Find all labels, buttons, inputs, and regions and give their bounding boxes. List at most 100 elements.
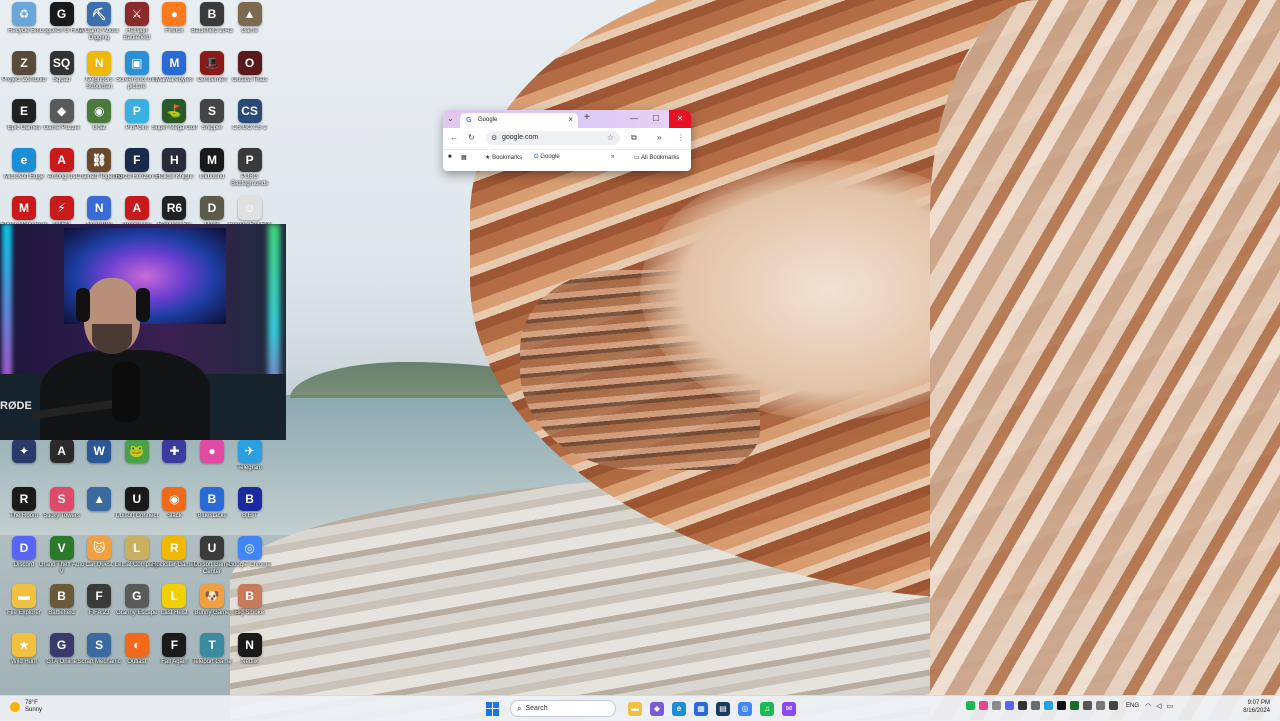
reload-icon[interactable]: ↻ [468,133,475,142]
game-icon: ▲ [87,487,112,511]
apps-grid-icon[interactable]: ▦ [461,154,467,161]
game-icon: B [237,584,262,608]
store-icon[interactable]: ▦ [694,701,708,716]
volume-icon[interactable]: ◁ [1156,702,1161,710]
close-window-button[interactable]: ✕ [669,110,691,128]
spotify-icon[interactable]: ♫ [760,701,774,716]
desktop-icon[interactable]: P PUBG Battlegrounds [226,147,274,196]
tray-app-icon[interactable] [1070,701,1079,710]
clock-time: 9:07 PM [1247,700,1270,706]
tray-app-icon[interactable] [966,701,975,710]
among-us-icon: A [124,196,149,220]
maximize-button[interactable]: ☐ [645,110,667,128]
game-icon: D [200,196,224,220]
game-icon: ⛓ [87,147,112,172]
all-bookmarks-folder[interactable]: ▭ All Bookmarks [634,154,679,161]
battery-icon[interactable]: ▭ [1167,702,1174,710]
desktop-icon[interactable]: CS CS:GO CS 2 [226,99,274,147]
recycle-bin-icon: ♻ [12,2,36,26]
bookmark-star-icon[interactable]: ☆ [607,133,614,142]
game-icon: P [237,147,262,172]
tray-app-icon[interactable] [1005,701,1014,710]
desktop-icon[interactable]: ◎ Google Chrome [226,535,274,584]
taskbar-clock[interactable]: 9:07 PM 8/16/2024 [1243,699,1270,715]
discord-icon: D [12,535,36,560]
all-bookmarks-label: All Bookmarks [641,155,680,161]
ubisoft-icon: U [124,487,149,511]
game-icon: A [49,438,74,463]
new-tab-button[interactable]: + [584,112,590,123]
address-bar[interactable]: ⚙ google.com ☆ [486,131,620,145]
desktop-icon[interactable]: B B.E.T [226,487,274,535]
site-info-icon[interactable]: ⚙ [491,134,497,142]
chrome-icon: ◎ [237,535,262,560]
side-panel-icon[interactable]: ■ [448,154,452,160]
messenger-icon[interactable]: ✉ [782,701,796,716]
game-icon: P [124,99,149,123]
tray-app-icon[interactable] [1044,701,1053,710]
minimize-button[interactable]: — [623,110,645,128]
terminal-icon[interactable]: ▤ [716,701,730,716]
game-icon: U [200,535,224,560]
tray-app-icon[interactable] [1083,701,1092,710]
tab-google[interactable]: G Google × [460,113,578,128]
tab-search-icon[interactable]: ⌄ [447,114,454,123]
game-icon: 🐱 [87,535,112,560]
tray-app-icon[interactable] [1096,701,1105,710]
desktop-icon-label: CS:GO CS 2 [232,125,267,131]
game-icon: CS [237,99,262,123]
game-icon: Z [12,50,36,75]
weather-widget[interactable]: 78°F Sunny [10,700,42,714]
sun-icon [10,702,20,712]
game-icon: ◉ [162,487,187,511]
webcam-overlay: RØDE [0,224,286,440]
desktop-icon[interactable]: B Big Smoke [226,584,274,632]
wifi-icon[interactable]: ◠ [1145,702,1151,710]
desktop-icon[interactable]: ✈ Telegram [226,438,274,487]
tab-title: Google [478,117,498,123]
game-icon: M [200,147,224,172]
file-explorer-icon[interactable]: ▬ [628,701,642,716]
desktop-icon-label: Netflix [241,658,258,665]
bookmark-item-google[interactable]: G Google [534,154,560,160]
menu-kebab-icon[interactable]: ⋮ [677,133,685,142]
taskbar-search[interactable]: ⌕ Search [510,700,616,717]
chevron-more-icon[interactable]: » [657,133,661,142]
tray-app-icon[interactable] [979,701,988,710]
language-indicator[interactable]: ENG [1126,703,1139,709]
tray-app-icon[interactable] [1057,701,1066,710]
bookmarks-overflow-icon[interactable]: » [611,154,614,160]
word-icon: W [87,438,112,463]
start-button[interactable] [486,701,500,716]
weather-desc: Sunny [25,707,43,713]
desktop-icon[interactable]: ▲ Game [226,2,274,50]
game-icon: ✚ [162,438,187,463]
bookmark-label: Bookmarks [492,155,523,161]
firefox-icon: ● [162,2,187,26]
game-icon: ★ [12,632,36,657]
logitech-icon: G [49,2,74,26]
game-icon: ● [200,438,224,463]
tray-app-icon[interactable] [1031,701,1040,710]
bookmark-item-bookmarks[interactable]: ★ Bookmarks [485,154,522,161]
extensions-icon[interactable]: ⧉ [631,133,637,143]
tray-app-icon[interactable] [1018,701,1027,710]
desktop-icon[interactable]: O Outlast Trials [226,50,274,99]
tab-close-icon[interactable]: × [568,115,573,124]
rockstar-icon: R [162,535,187,560]
edge-icon: e [12,147,36,172]
netflix-icon: N [237,632,262,657]
chrome-window[interactable]: ⌄ G Google × + — ☐ ✕ ← ↻ ⚙ google.com ☆ … [443,110,691,171]
copilot-icon[interactable]: ◆ [650,701,664,716]
google-icon: G [534,154,539,160]
edge-icon[interactable]: e [672,701,686,716]
game-icon: ⚔ [124,2,149,26]
url-text[interactable]: google.com [502,134,538,141]
desktop-icon[interactable]: N Netflix [226,632,274,681]
tray-app-icon[interactable] [992,701,1001,710]
tray-app-icon[interactable] [1109,701,1118,710]
chrome-icon[interactable]: ◎ [738,701,752,716]
game-icon: R6 [162,196,187,220]
among-us-icon: A [49,147,74,172]
back-arrow-icon[interactable]: ← [450,133,458,142]
